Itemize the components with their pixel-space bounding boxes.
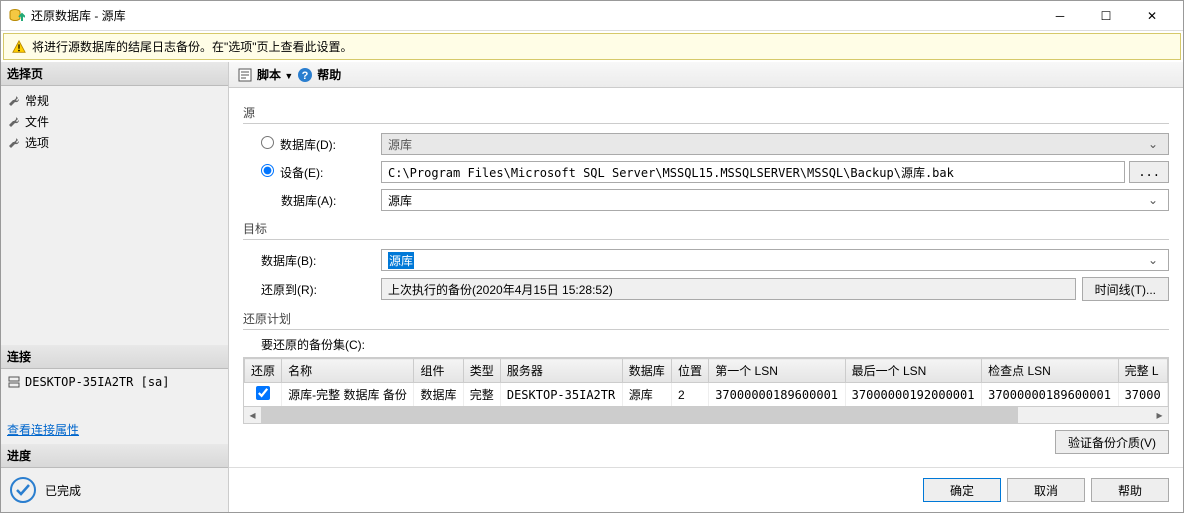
warning-icon <box>12 40 26 54</box>
window-title: 还原数据库 - 源库 <box>31 7 1037 24</box>
sidebar-item-options[interactable]: 选项 <box>7 132 222 153</box>
verify-backup-button[interactable]: 验证备份介质(V) <box>1055 430 1169 454</box>
titlebar: 还原数据库 - 源库 ─ ☐ ✕ <box>1 1 1183 31</box>
restore-to-label: 还原到(R): <box>261 281 381 298</box>
browse-device-button[interactable]: ... <box>1129 161 1169 183</box>
backup-sets-label: 要还原的备份集(C): <box>261 336 1169 353</box>
timeline-button[interactable]: 时间线(T)... <box>1082 277 1169 301</box>
source-db-radio[interactable] <box>261 136 274 149</box>
view-connection-props-link[interactable]: 查看连接属性 <box>7 419 222 440</box>
restore-db-window: 还原数据库 - 源库 ─ ☐ ✕ 将进行源数据库的结尾日志备份。在"选项"页上查… <box>0 0 1184 513</box>
wrench-icon <box>7 94 21 108</box>
connection-header: 连接 <box>1 345 228 369</box>
maximize-button[interactable]: ☐ <box>1083 2 1129 30</box>
backup-sets-table[interactable]: 还原 名称 组件 类型 服务器 数据库 位置 第一个 LSN 最后一个 LSN … <box>243 357 1169 407</box>
progress-header: 进度 <box>1 444 228 468</box>
sidebar-item-general[interactable]: 常规 <box>7 90 222 111</box>
device-path-field[interactable]: C:\Program Files\Microsoft SQL Server\MS… <box>381 161 1125 183</box>
wrench-icon <box>7 136 21 150</box>
success-icon <box>9 476 37 504</box>
restore-checkbox[interactable] <box>256 386 270 400</box>
ok-button[interactable]: 确定 <box>923 478 1001 502</box>
warning-text: 将进行源数据库的结尾日志备份。在"选项"页上查看此设置。 <box>32 38 353 55</box>
table-row[interactable]: 源库-完整 数据库 备份 数据库 完整 DESKTOP-35IA2TR 源库 2… <box>245 383 1168 407</box>
horizontal-scrollbar[interactable]: ◂▸ <box>243 407 1169 424</box>
toolbar: 脚本 ▼ ? 帮助 <box>229 62 1183 88</box>
wrench-icon <box>7 115 21 129</box>
db-restore-icon <box>9 8 25 24</box>
server-icon <box>7 375 21 389</box>
main-panel: 脚本 ▼ ? 帮助 源 数据库(D): 源库⌄ 设备(E): C:\Progra… <box>229 62 1183 512</box>
warning-bar: 将进行源数据库的结尾日志备份。在"选项"页上查看此设置。 <box>3 33 1181 60</box>
target-db-label: 数据库(B): <box>261 252 381 269</box>
cancel-button[interactable]: 取消 <box>1007 478 1085 502</box>
db-a-combo[interactable]: 源库⌄ <box>381 189 1169 211</box>
window-buttons: ─ ☐ ✕ <box>1037 2 1175 30</box>
connection-value: DESKTOP-35IA2TR [sa] <box>7 373 222 391</box>
select-page-header: 选择页 <box>1 62 228 86</box>
minimize-button[interactable]: ─ <box>1037 2 1083 30</box>
target-group-label: 目标 <box>243 220 1169 240</box>
close-button[interactable]: ✕ <box>1129 2 1175 30</box>
source-device-radio[interactable] <box>261 164 274 177</box>
help-icon: ? <box>297 67 313 83</box>
dialog-footer: 确定 取消 帮助 <box>229 467 1183 512</box>
script-icon <box>237 67 253 83</box>
script-button[interactable]: 脚本 ▼ <box>257 66 293 83</box>
restore-to-field: 上次执行的备份(2020年4月15日 15:28:52) <box>381 278 1076 300</box>
svg-text:?: ? <box>302 70 309 82</box>
help-footer-button[interactable]: 帮助 <box>1091 478 1169 502</box>
db-a-label: 数据库(A): <box>261 192 381 209</box>
sidebar-item-files[interactable]: 文件 <box>7 111 222 132</box>
progress-status: 已完成 <box>1 468 228 512</box>
sidebar: 选择页 常规 文件 选项 连接 DES <box>1 62 229 512</box>
help-button[interactable]: 帮助 <box>317 66 341 83</box>
source-db-combo: 源库⌄ <box>381 133 1169 155</box>
target-db-combo[interactable]: 源库⌄ <box>381 249 1169 271</box>
plan-group-label: 还原计划 <box>243 310 1169 330</box>
source-group-label: 源 <box>243 104 1169 124</box>
